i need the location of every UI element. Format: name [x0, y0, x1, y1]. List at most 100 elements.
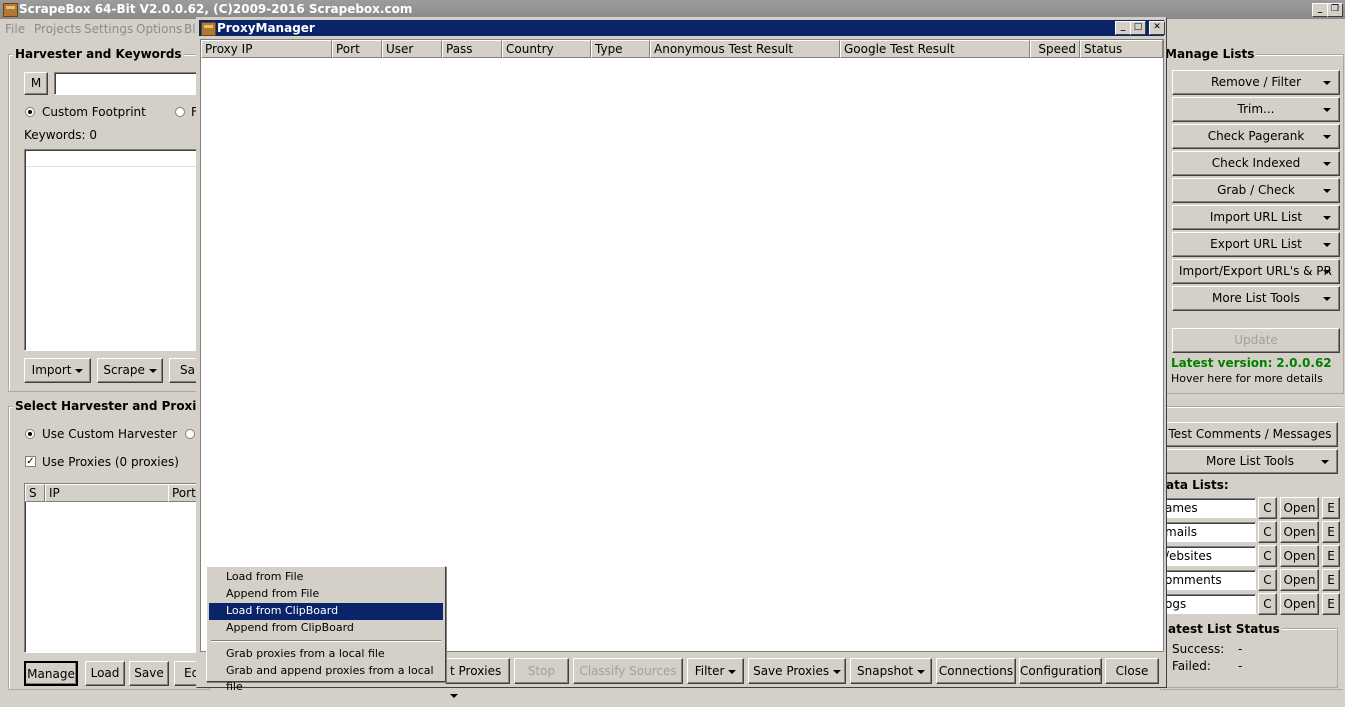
configuration-button[interactable]: Configuration [1019, 658, 1102, 684]
data-lists-title: ata Lists: [1166, 478, 1229, 492]
manage-button[interactable]: Manage [24, 661, 78, 686]
blogs-e-button[interactable]: E [1322, 593, 1340, 615]
menu-file[interactable]: File [5, 22, 25, 36]
check-indexed-button[interactable]: Check Indexed [1172, 151, 1340, 176]
check-pagerank-button[interactable]: Check Pagerank [1172, 124, 1340, 149]
menu-grab-append-local-file[interactable]: Grab and append proxies from a local fil… [209, 663, 443, 693]
col-user[interactable]: User [382, 40, 442, 58]
save-button[interactable]: Save [129, 661, 169, 686]
footprint-input[interactable] [54, 72, 204, 95]
remove-filter-button[interactable]: Remove / Filter [1172, 70, 1340, 95]
import-button[interactable]: Import [24, 358, 91, 383]
websites-open-button[interactable]: Open [1280, 545, 1319, 567]
more-list-tools-2-label: More List Tools [1206, 454, 1294, 468]
menu-load-from-clipboard[interactable]: Load from ClipBoard [209, 603, 443, 620]
col-country[interactable]: Country [502, 40, 591, 58]
proxy-grid[interactable]: Proxy IP Port User Pass Country Type Ano… [200, 39, 1164, 652]
list-status-group [1160, 628, 1338, 688]
close-button[interactable]: Close [1105, 658, 1159, 684]
menu-blacklist[interactable]: Bl [184, 22, 196, 36]
emails-e-button[interactable]: E [1322, 521, 1340, 543]
col-anonymous-test[interactable]: Anonymous Test Result [650, 40, 840, 58]
names-field[interactable]: ames [1160, 498, 1256, 518]
use-proxies-checkbox[interactable]: ✓ [25, 456, 36, 467]
scrape-button[interactable]: Scrape [97, 358, 163, 383]
websites-c-button[interactable]: C [1258, 545, 1277, 567]
col-speed[interactable]: Speed [1030, 40, 1080, 58]
more-list-tools-2-button[interactable]: More List Tools [1162, 449, 1338, 474]
blogs-open-button[interactable]: Open [1280, 593, 1319, 615]
import-export-pr-label: Import/Export URL's & PR [1179, 264, 1332, 278]
load-proxies-button[interactable]: t Proxies [445, 658, 510, 698]
test-comments-button[interactable]: Test Comments / Messages [1162, 422, 1338, 447]
select-harvester-title: Select Harvester and Proxies [13, 399, 214, 413]
import-export-pr-button[interactable]: Import/Export URL's & PR [1172, 259, 1340, 284]
footprint-other-radio[interactable] [175, 107, 185, 117]
update-button[interactable]: Update [1172, 328, 1340, 353]
use-custom-harvester-radio[interactable] [25, 429, 35, 439]
chevron-down-icon [1321, 459, 1329, 464]
emails-open-button[interactable]: Open [1280, 521, 1319, 543]
classify-sources-button[interactable]: Classify Sources [573, 658, 683, 684]
hover-details[interactable]: Hover here for more details [1171, 372, 1323, 385]
menu-grab-local-file[interactable]: Grab proxies from a local file [209, 646, 443, 663]
m-button[interactable]: M [24, 72, 48, 95]
custom-footprint-radio[interactable] [25, 107, 35, 117]
close-icon[interactable]: ✕ [1149, 21, 1165, 35]
snapshot-button[interactable]: Snapshot [850, 658, 932, 684]
import-label: Import [31, 363, 72, 377]
connections-button[interactable]: Connections [936, 658, 1016, 684]
filter-label: Filter [694, 664, 725, 678]
grab-check-label: Grab / Check [1217, 183, 1295, 197]
stop-button[interactable]: Stop [514, 658, 569, 684]
minimize-icon[interactable]: _ [1312, 3, 1328, 17]
save-proxies-label: Save Proxies [753, 664, 830, 678]
emails-c-button[interactable]: C [1258, 521, 1277, 543]
col-status[interactable]: Status [1080, 40, 1163, 58]
keywords-textarea[interactable] [24, 149, 204, 351]
grab-check-button[interactable]: Grab / Check [1172, 178, 1340, 203]
success-value: - [1238, 642, 1243, 656]
proxies-list[interactable]: S IP Port [24, 483, 208, 653]
harvester-other-radio[interactable] [185, 429, 195, 439]
col-pass[interactable]: Pass [442, 40, 502, 58]
save-proxies-button[interactable]: Save Proxies [748, 658, 846, 684]
blogs-field[interactable]: ogs [1160, 594, 1256, 614]
export-url-list-button[interactable]: Export URL List [1172, 232, 1340, 257]
websites-e-button[interactable]: E [1322, 545, 1340, 567]
more-list-tools-button[interactable]: More List Tools [1172, 286, 1340, 311]
names-e-button[interactable]: E [1322, 497, 1340, 519]
chevron-down-icon [916, 669, 925, 674]
chevron-down-icon [1323, 296, 1331, 301]
menu-options[interactable]: Options [136, 22, 182, 36]
names-c-button[interactable]: C [1258, 497, 1277, 519]
chevron-down-icon [1323, 242, 1331, 247]
comments-open-button[interactable]: Open [1280, 569, 1319, 591]
menu-load-from-file[interactable]: Load from File [209, 569, 443, 586]
comments-e-button[interactable]: E [1322, 569, 1340, 591]
names-open-button[interactable]: Open [1280, 497, 1319, 519]
chevron-down-icon [1323, 161, 1331, 166]
restore-icon[interactable]: ❐ [1327, 3, 1343, 17]
menu-settings[interactable]: Settings [84, 22, 133, 36]
comments-field[interactable]: omments [1160, 570, 1256, 590]
menu-append-from-file[interactable]: Append from File [209, 586, 443, 603]
websites-field[interactable]: /ebsites [1160, 546, 1256, 566]
col-google-test[interactable]: Google Test Result [840, 40, 1030, 58]
import-url-list-button[interactable]: Import URL List [1172, 205, 1340, 230]
emails-field[interactable]: mails [1160, 522, 1256, 542]
col-proxy-ip[interactable]: Proxy IP [201, 40, 332, 58]
blogs-c-button[interactable]: C [1258, 593, 1277, 615]
col-type[interactable]: Type [591, 40, 650, 58]
comments-c-button[interactable]: C [1258, 569, 1277, 591]
load-button[interactable]: Load [85, 661, 125, 686]
col-port[interactable]: Port [332, 40, 382, 58]
check-pagerank-label: Check Pagerank [1207, 129, 1305, 143]
menu-append-from-clipboard[interactable]: Append from ClipBoard [209, 620, 443, 637]
filter-button[interactable]: Filter [687, 658, 744, 684]
minimize-icon[interactable]: _ [1115, 21, 1131, 35]
col-s[interactable]: S [25, 484, 45, 502]
trim-button[interactable]: Trim... [1172, 97, 1340, 122]
menu-projects[interactable]: Projects [34, 22, 81, 36]
maximize-icon[interactable]: □ [1130, 21, 1146, 35]
